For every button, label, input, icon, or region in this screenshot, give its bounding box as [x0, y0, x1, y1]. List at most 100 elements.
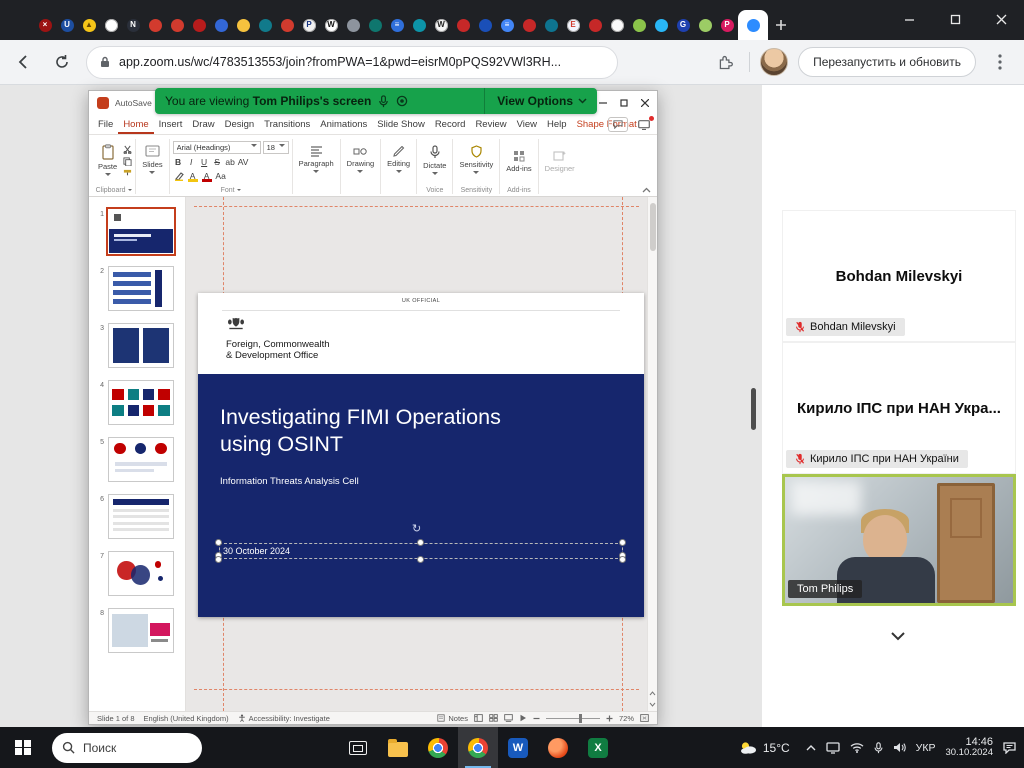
font-size-combo[interactable]: 18: [263, 141, 289, 154]
browser-tab[interactable]: [518, 10, 540, 40]
paste-button[interactable]: Paste: [95, 137, 120, 185]
ribbon-tab-insert[interactable]: Insert: [154, 115, 188, 134]
slide-thumbnail-8[interactable]: 8: [89, 608, 185, 653]
font-style-button-av[interactable]: AV: [238, 156, 249, 168]
browser-tab[interactable]: ≡: [496, 10, 518, 40]
slide-thumbnail-3[interactable]: 3: [89, 323, 185, 368]
thumbnail-preview[interactable]: [108, 608, 174, 653]
browser-tab[interactable]: W: [320, 10, 342, 40]
scrollbar-thumb[interactable]: [650, 203, 656, 251]
font-color-button[interactable]: Aa: [215, 170, 227, 182]
browser-tab[interactable]: P: [298, 10, 320, 40]
view-options-button[interactable]: View Options: [484, 88, 587, 114]
ribbon-tab-file[interactable]: File: [93, 115, 118, 134]
format-painter-button[interactable]: [123, 169, 132, 178]
browser-tab[interactable]: G: [672, 10, 694, 40]
thumbnail-preview[interactable]: [108, 494, 174, 539]
selection-handle[interactable]: [215, 556, 222, 563]
browser-tab[interactable]: ▲: [78, 10, 100, 40]
back-button[interactable]: [10, 48, 38, 76]
browser-tab[interactable]: [232, 10, 254, 40]
slide-editing-area[interactable]: UK OFFICIAL Foreign, Commonwealth & Deve…: [198, 293, 644, 617]
thumbnail-preview[interactable]: [108, 209, 174, 254]
browser-tab[interactable]: [452, 10, 474, 40]
slide-canvas[interactable]: UK OFFICIAL Foreign, Commonwealth & Deve…: [186, 197, 647, 711]
next-slide-button[interactable]: [649, 702, 656, 707]
browser-tab[interactable]: W: [430, 10, 452, 40]
accessibility-status[interactable]: Accessibility: Investigate: [238, 714, 330, 723]
font-color-button[interactable]: A: [187, 170, 199, 182]
font-style-button-ab[interactable]: ab: [225, 156, 236, 168]
start-button[interactable]: [0, 727, 46, 768]
extensions-icon[interactable]: [711, 48, 739, 76]
ribbon-tab-record[interactable]: Record: [430, 115, 471, 134]
browser-update-button[interactable]: Перезапустить и обновить: [798, 47, 976, 77]
ribbon-tab-home[interactable]: Home: [118, 115, 153, 134]
weather-widget[interactable]: 15°C: [739, 740, 790, 755]
browser-tab[interactable]: [166, 10, 188, 40]
drawing-button[interactable]: Drawing: [344, 137, 378, 185]
slideshow-view-button[interactable]: [519, 714, 527, 722]
thumbnail-preview[interactable]: [108, 437, 174, 482]
chrome-taskbar-icon[interactable]: [418, 727, 458, 768]
selection-handle[interactable]: [619, 556, 626, 563]
taskbar-search[interactable]: [52, 733, 202, 763]
browser-tab[interactable]: N: [122, 10, 144, 40]
normal-view-button[interactable]: [474, 714, 483, 722]
site-info-icon[interactable]: [99, 56, 111, 68]
ppt-minimize-button[interactable]: [599, 99, 607, 107]
share-scrollbar[interactable]: [751, 388, 756, 430]
collapse-ribbon-icon[interactable]: [639, 184, 654, 196]
slide-thumbnail-6[interactable]: 6: [89, 494, 185, 539]
addins-button[interactable]: Add-ins: [503, 137, 534, 185]
browser-tab[interactable]: [188, 10, 210, 40]
thumbnail-preview[interactable]: [108, 551, 174, 596]
profile-avatar[interactable]: [760, 48, 788, 76]
browser-tab[interactable]: [100, 10, 122, 40]
browser-tab[interactable]: [606, 10, 628, 40]
keyboard-language[interactable]: УКР: [916, 742, 936, 754]
notes-button[interactable]: Notes: [437, 714, 468, 723]
reading-view-button[interactable]: [504, 714, 513, 722]
action-center-icon[interactable]: [1003, 742, 1016, 754]
task-view-taskbar-icon[interactable]: [338, 727, 378, 768]
copy-button[interactable]: [123, 157, 132, 166]
file-explorer-taskbar-icon[interactable]: [378, 727, 418, 768]
rotate-handle-icon[interactable]: ↻: [412, 522, 421, 535]
designer-button[interactable]: Designer: [542, 137, 578, 185]
network-icon[interactable]: [850, 742, 864, 753]
browser-menu-icon[interactable]: [986, 48, 1014, 76]
selection-handle[interactable]: [417, 539, 424, 546]
browser-tab[interactable]: [650, 10, 672, 40]
slide-thumbnail-4[interactable]: 4: [89, 380, 185, 425]
slide-thumbnail-5[interactable]: 5: [89, 437, 185, 482]
slide-thumbnail-2[interactable]: 2: [89, 266, 185, 311]
browser-tab[interactable]: [628, 10, 650, 40]
slide-thumbnail-7[interactable]: 7: [89, 551, 185, 596]
ppt-close-button[interactable]: [641, 99, 649, 107]
font-style-button-s[interactable]: S: [212, 156, 223, 168]
ppt-vertical-scrollbar[interactable]: [647, 197, 657, 711]
tray-expand-icon[interactable]: [806, 745, 816, 751]
ribbon-tab-transitions[interactable]: Transitions: [259, 115, 315, 134]
participant-tile[interactable]: Кирило ІПС при НАН Укра... Кирило ІПС пр…: [782, 342, 1016, 474]
present-button[interactable]: [636, 118, 652, 132]
browser-tab[interactable]: [694, 10, 716, 40]
browser-tab[interactable]: U: [56, 10, 78, 40]
selection-handle[interactable]: [417, 556, 424, 563]
chrome-2-taskbar-icon[interactable]: [458, 727, 498, 768]
window-close-button[interactable]: [978, 0, 1024, 38]
slide-thumbnail-1[interactable]: 1: [89, 209, 185, 254]
new-tab-button[interactable]: [768, 10, 794, 40]
highlight-pen-icon[interactable]: [173, 170, 185, 182]
window-minimize-button[interactable]: [886, 0, 932, 38]
window-maximize-button[interactable]: [932, 0, 978, 38]
sensitivity-button[interactable]: Sensitivity: [456, 137, 496, 185]
taskbar-clock[interactable]: 14:46 30.10.2024: [945, 736, 993, 760]
font-style-button-u[interactable]: U: [199, 156, 210, 168]
browser-tab[interactable]: [584, 10, 606, 40]
ribbon-tab-review[interactable]: Review: [470, 115, 511, 134]
search-input[interactable]: [83, 741, 183, 755]
browser-tab[interactable]: [540, 10, 562, 40]
editing-button[interactable]: Editing: [384, 137, 413, 185]
